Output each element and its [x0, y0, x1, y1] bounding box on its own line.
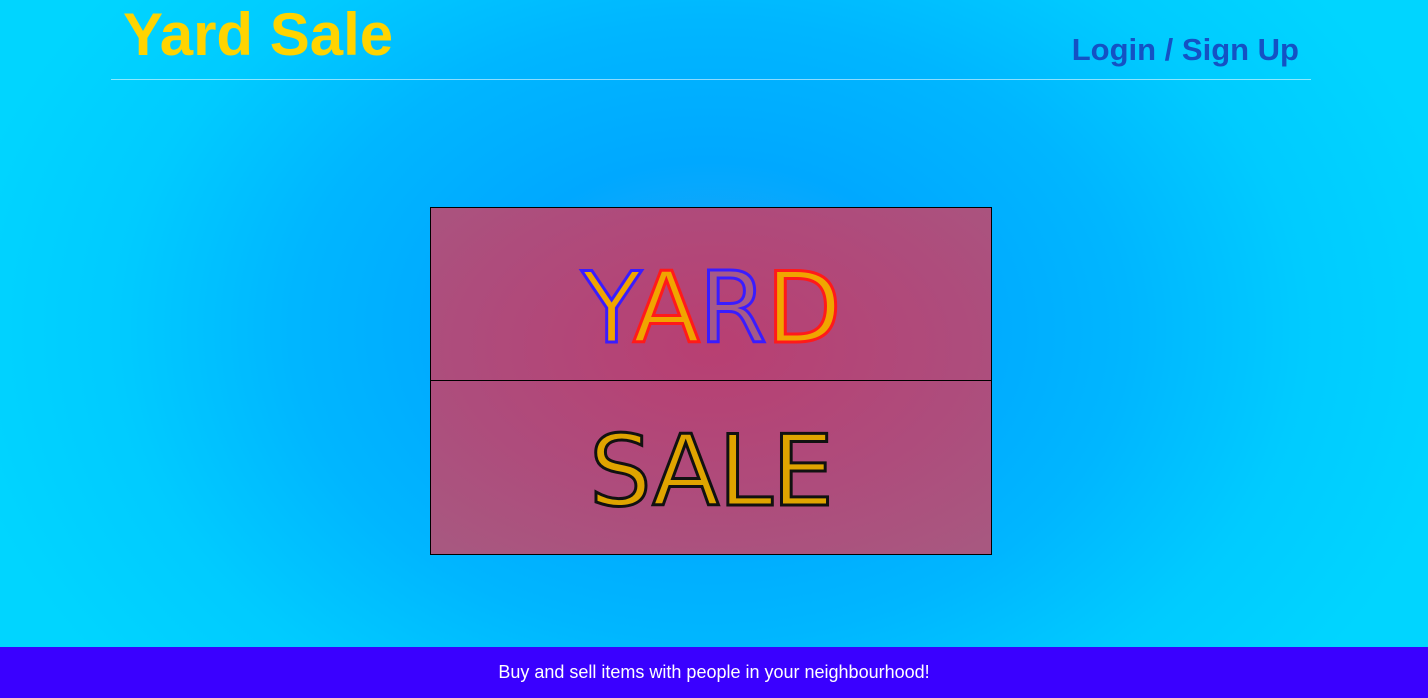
- site-header: Yard Sale Login / Sign Up: [111, 0, 1311, 80]
- sign-word-sale: SALE: [588, 421, 836, 522]
- yard-sale-sign: YARD SALE: [430, 207, 992, 555]
- footer-tagline: Buy and sell items with people in your n…: [498, 662, 930, 682]
- sign-word-yard: YARD: [580, 259, 843, 360]
- sign-letter: R: [697, 252, 768, 366]
- sign-letter: Y: [580, 252, 635, 366]
- sign-letter: D: [764, 252, 842, 366]
- login-signup-link[interactable]: Login / Sign Up: [1072, 30, 1299, 70]
- site-logo-title[interactable]: Yard Sale: [123, 1, 393, 69]
- sign-bottom-panel: SALE: [431, 381, 991, 554]
- sign-top-panel: YARD: [431, 208, 991, 381]
- sign-word-sale-text: SALE: [588, 414, 836, 529]
- sign-letter: A: [631, 252, 701, 366]
- site-footer: Buy and sell items with people in your n…: [0, 647, 1428, 698]
